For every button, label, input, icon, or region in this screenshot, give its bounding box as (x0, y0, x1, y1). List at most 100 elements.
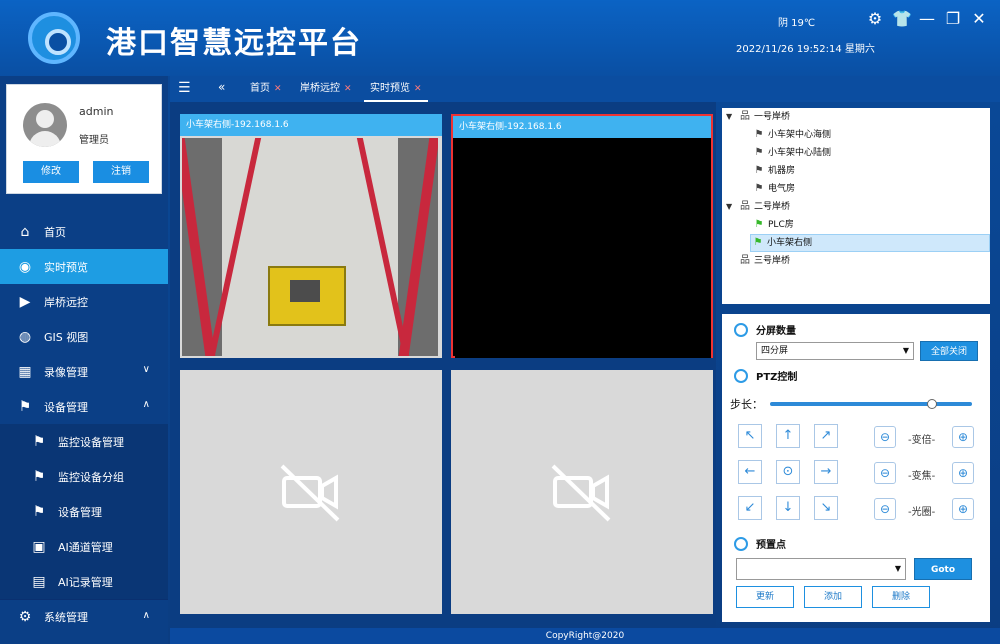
update-preset-button[interactable]: 更新 (736, 586, 794, 608)
shirt-icon[interactable]: 👕 (892, 10, 912, 28)
globe-icon: ◍ (18, 328, 32, 345)
tree-node-crane-2[interactable]: ▼ 品 二号岸桥 (726, 198, 790, 216)
sidebar-item-live-preview[interactable]: ◉ 实时预览 (0, 249, 168, 284)
section-label: 预置点 (756, 540, 786, 551)
app-title: 港口智慧远控平台 (106, 26, 362, 61)
ptz-section-title: PTZ控制 (734, 368, 797, 383)
tree-node-camera[interactable]: ⚑ 机器房 (752, 162, 796, 180)
close-tab-icon[interactable]: ✕ (274, 84, 282, 94)
zoom-in-button[interactable]: ⊕ (952, 426, 974, 448)
close-all-button[interactable]: 全部关闭 (920, 341, 978, 361)
close-tab-icon[interactable]: ✕ (344, 84, 352, 94)
sidebar-item-device-management[interactable]: ⚑ 设备管理 ∧ (0, 389, 168, 424)
cctv-icon: ⚑ (754, 129, 764, 140)
tree-node-camera[interactable]: ⚑ 电气房 (752, 180, 796, 198)
step-slider[interactable] (770, 399, 972, 409)
ptz-up-right-button[interactable]: ↗ (814, 424, 838, 448)
focus-out-button[interactable]: ⊖ (874, 462, 896, 484)
ptz-down-button[interactable]: ↓ (776, 496, 800, 520)
sidebar-item-home[interactable]: ⌂ 首页 (0, 214, 168, 249)
sidebar-subitem-ai-channels[interactable]: ▣ AI通道管理 (0, 529, 168, 564)
close-tab-icon[interactable]: ✕ (414, 84, 422, 94)
sidebar-item-crane-control[interactable]: ▶ 岸桥远控 (0, 284, 168, 319)
device-tree: ▼ 品 一号岸桥 ⚑ 小车架中心海侧 ⚑ 小车架中心陆侧 ⚑ 机器房 ⚑ 电气房… (722, 108, 990, 304)
crane-beam (182, 138, 216, 356)
tree-node-camera-selected[interactable]: ⚑ 小车架右侧 (750, 234, 990, 252)
preset-select[interactable]: ▼ (736, 558, 906, 580)
tree-node-label: 小车架中心海侧 (768, 130, 832, 140)
header: 港口智慧远控平台 阴 19℃ 2022/11/26 19:52:14 星期六 ⚙… (0, 0, 1000, 76)
tab-home[interactable]: 首页 ✕ (250, 76, 282, 102)
cctv-icon: ⚑ (32, 433, 46, 450)
ptz-center-button[interactable]: ⊙ (776, 460, 800, 484)
sidebar-subitem-monitor-groups[interactable]: ⚑ 监控设备分组 (0, 459, 168, 494)
tab-bar (170, 76, 1000, 102)
logout-button[interactable]: 注销 (93, 161, 149, 183)
dropdown-caret-icon: ▼ (902, 346, 909, 355)
settings-icon[interactable]: ⚙ (866, 10, 884, 28)
split-select[interactable]: 四分屏 ▼ (756, 342, 914, 360)
tree-node-crane-1[interactable]: ▼ 品 一号岸桥 (726, 108, 790, 126)
crane-beam (398, 138, 438, 356)
tree-node-crane-3[interactable]: 品 三号岸桥 (738, 252, 790, 270)
preset-section-title: 预置点 (734, 536, 786, 551)
tree-node-camera[interactable]: ⚑ 小车架中心陆侧 (752, 144, 832, 162)
video-cell-1[interactable]: 小车架右侧-192.168.1.6 (180, 114, 442, 358)
slider-knob[interactable] (926, 399, 937, 409)
iris-in-button[interactable]: ⊕ (952, 498, 974, 520)
ptz-down-right-button[interactable]: ↘ (814, 496, 838, 520)
expand-arrow-icon[interactable]: ▼ (726, 108, 738, 126)
maximize-icon[interactable]: ❐ (944, 10, 962, 28)
ptz-up-left-button[interactable]: ↖ (738, 424, 762, 448)
sidebar-item-recording[interactable]: ▦ 录像管理 ∨ (0, 354, 168, 389)
sidebar-subitem-ai-records[interactable]: ▤ AI记录管理 (0, 564, 168, 599)
section-label: 分屏数量 (756, 326, 796, 337)
add-preset-button[interactable]: 添加 (804, 586, 862, 608)
tree-node-label: 小车架右侧 (767, 238, 813, 248)
focus-in-button[interactable]: ⊕ (952, 462, 974, 484)
iris-out-button[interactable]: ⊖ (874, 498, 896, 520)
sidebar-subitem-devices[interactable]: ⚑ 设备管理 (0, 494, 168, 529)
video-cell-4[interactable] (451, 370, 713, 614)
zoom-out-button[interactable]: ⊖ (874, 426, 896, 448)
tree-node-camera[interactable]: ⚑ 小车架中心海侧 (752, 126, 832, 144)
expand-arrow-icon[interactable]: ▼ (726, 198, 738, 216)
sidebar-item-gis[interactable]: ◍ GIS 视图 (0, 319, 168, 354)
close-icon[interactable]: ✕ (970, 10, 988, 28)
zoom-label: -变倍- (908, 435, 936, 446)
video-cell-3[interactable] (180, 370, 442, 614)
collapse-icon[interactable]: « (218, 80, 225, 94)
camera-feed (182, 138, 438, 356)
window-controls: ⚙ 👕 — ❐ ✕ (866, 10, 988, 28)
ptz-left-button[interactable]: ← (738, 460, 762, 484)
ptz-up-button[interactable]: ↑ (776, 424, 800, 448)
delete-preset-button[interactable]: 删除 (872, 586, 930, 608)
cctv-icon: ⚑ (754, 183, 764, 194)
dropdown-caret-icon: ▼ (894, 564, 901, 573)
film-icon: ▦ (18, 363, 32, 380)
sidebar-subitem-monitor-devices[interactable]: ⚑ 监控设备管理 (0, 424, 168, 459)
user-role: 管理员 (79, 135, 109, 146)
video-cell-2[interactable]: 小车架右侧-192.168.1.6 (451, 114, 713, 358)
chevron-up-icon: ∧ (142, 610, 150, 621)
ptz-right-button[interactable]: → (814, 460, 838, 484)
tree-node-camera[interactable]: ⚑ PLC房 (752, 216, 794, 234)
tree-node-label: PLC房 (768, 220, 794, 230)
sidebar-item-label: 设备管理 (58, 505, 102, 519)
sidebar-item-label: 岸桥远控 (44, 295, 88, 309)
goto-button[interactable]: Goto (914, 558, 972, 580)
section-icon (734, 322, 748, 337)
tab-crane-control[interactable]: 岸桥远控 ✕ (300, 76, 352, 102)
sidebar-item-system[interactable]: ⚙ 系统管理 ∧ (0, 599, 168, 634)
tab-live-preview[interactable]: 实时预览 ✕ (364, 76, 428, 102)
camera-icon: ◉ (18, 258, 32, 275)
minimize-icon[interactable]: — (918, 10, 936, 28)
home-icon: ⌂ (20, 223, 30, 240)
section-label: PTZ控制 (756, 372, 798, 383)
camera-feed (455, 140, 711, 358)
ptz-down-left-button[interactable]: ↙ (738, 496, 762, 520)
menu-toggle-icon[interactable]: ☰ (178, 80, 191, 96)
section-icon (734, 368, 748, 383)
edit-profile-button[interactable]: 修改 (23, 161, 79, 183)
datetime-text: 2022/11/26 19:52:14 星期六 (736, 44, 875, 55)
